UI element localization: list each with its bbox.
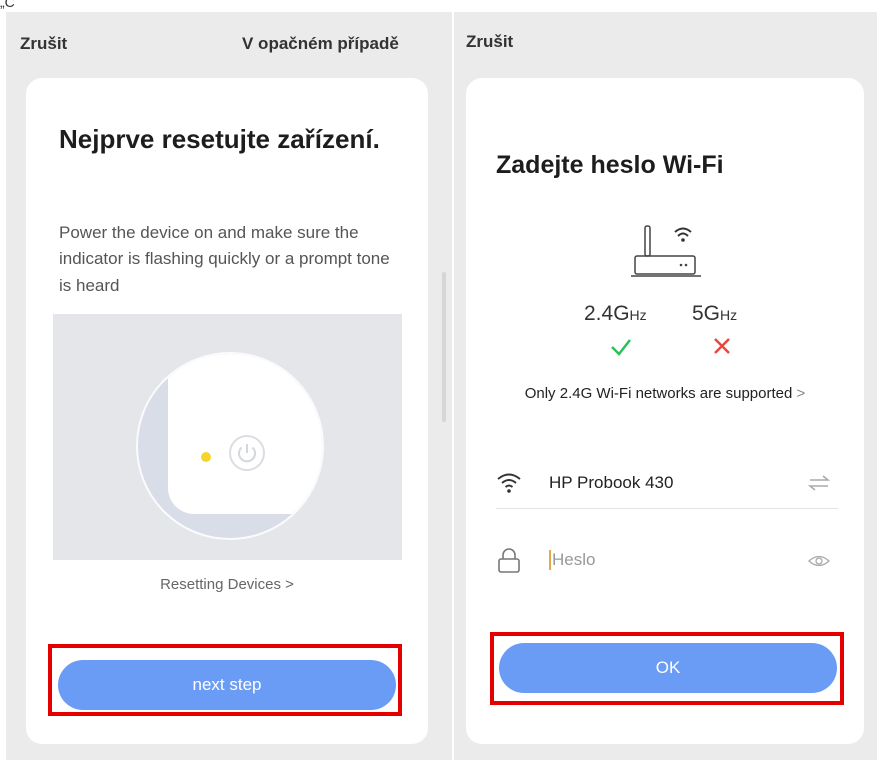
- reset-instructions: Power the device on and make sure the in…: [59, 223, 390, 295]
- device-illustration: [53, 314, 402, 560]
- indicator-light: [201, 452, 211, 462]
- freq-24ghz-label: 2.4GHz: [584, 302, 647, 326]
- cancel-button[interactable]: Zrušit: [466, 32, 513, 52]
- page-title: Nejprve resetujte zařízení.: [59, 124, 380, 154]
- support-note-link[interactable]: Only 2.4G Wi-Fi networks are supported >: [466, 385, 864, 402]
- next-step-button[interactable]: next step: [58, 660, 396, 710]
- device-zoom-circle: [136, 352, 324, 540]
- chevron-right-icon: >: [796, 385, 806, 402]
- device-face: [168, 354, 322, 514]
- freq-5ghz-label: 5GHz: [692, 302, 737, 326]
- page-title: Zadejte heslo Wi-Fi: [496, 151, 724, 179]
- reset-device-screen: Zrušit V opačném případě Nejprve resetuj…: [6, 12, 452, 760]
- wifi-password-screen: Zrušit Zadejte heslo Wi-Fi 2.4GHz 5GHz O…: [454, 12, 877, 760]
- cross-icon: [714, 338, 730, 354]
- password-input[interactable]: Heslo: [549, 550, 595, 570]
- top-bar: Zrušit V opačném případě: [6, 12, 452, 70]
- support-note-text: Only 2.4G Wi-Fi networks are supported: [524, 385, 793, 402]
- eye-icon[interactable]: [808, 552, 830, 570]
- password-field[interactable]: Heslo: [496, 538, 838, 586]
- freq-5-value: 5G: [692, 302, 721, 325]
- router-icon: [631, 225, 701, 277]
- freq-5-unit: Hz: [720, 307, 738, 323]
- power-icon: [229, 435, 265, 471]
- ok-button[interactable]: OK: [499, 643, 837, 693]
- otherwise-link[interactable]: V opačném případě: [242, 34, 399, 54]
- freq-24-unit: Hz: [629, 307, 647, 323]
- cancel-button[interactable]: Zrušit: [20, 34, 67, 54]
- top-bar: Zrušit: [454, 12, 877, 70]
- check-icon: [611, 339, 631, 356]
- switch-network-icon[interactable]: [808, 474, 830, 492]
- lock-icon: [498, 548, 520, 573]
- scroll-indicator: [442, 272, 446, 422]
- wifi-name-value: HP Probook 430: [549, 473, 674, 492]
- reset-card: Nejprve resetujte zařízení. Power the de…: [26, 78, 428, 744]
- wifi-icon: [497, 473, 521, 493]
- freq-24-value: 2.4G: [584, 302, 630, 325]
- wifi-network-field[interactable]: HP Probook 430: [496, 460, 838, 509]
- stray-mark: „C: [0, 0, 15, 10]
- resetting-devices-link[interactable]: Resetting Devices >: [26, 576, 428, 593]
- wifi-card: Zadejte heslo Wi-Fi 2.4GHz 5GHz Only 2.4…: [466, 78, 864, 744]
